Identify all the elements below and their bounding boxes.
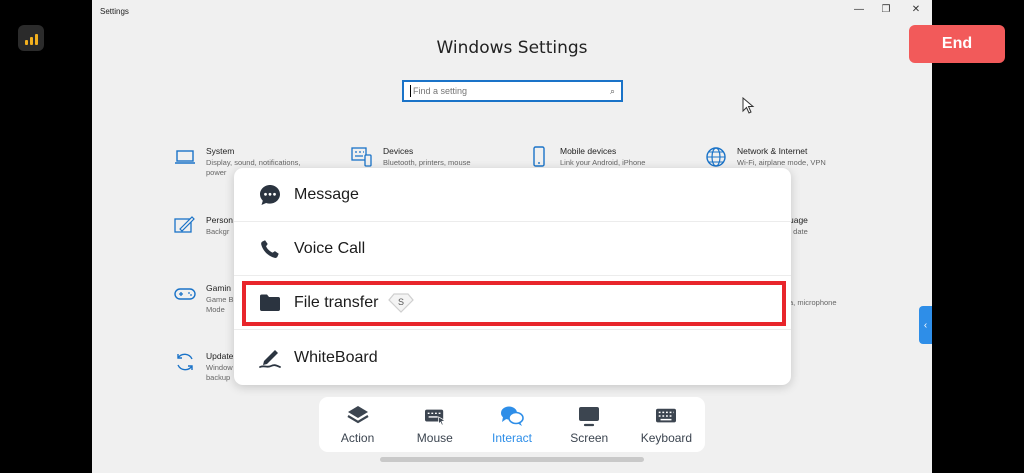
tile-network[interactable]: Network & Internet Wi-Fi, airplane mode, … xyxy=(705,146,875,168)
tile-desc: Bluetooth, printers, mouse xyxy=(383,158,471,167)
toolbar-label: Mouse xyxy=(416,430,453,445)
laptop-icon xyxy=(175,150,195,164)
menu-item-label: Voice Call xyxy=(294,239,366,257)
tile-title: Network & Internet xyxy=(737,146,808,156)
mouse-keyboard-icon xyxy=(423,405,447,427)
tile-desc: Game B Mode xyxy=(206,295,234,314)
keyboard-icon xyxy=(654,405,678,427)
search-input[interactable] xyxy=(413,86,610,96)
tile-desc: a, microphone xyxy=(789,298,837,307)
tile-privacy[interactable]: a, microphone xyxy=(789,296,869,308)
search-box[interactable]: ⌕ xyxy=(402,80,623,102)
toolbar-action[interactable]: Action xyxy=(319,397,396,452)
end-session-button[interactable]: End xyxy=(909,25,1005,63)
menu-item-whiteboard[interactable]: WhiteBoard xyxy=(234,331,791,385)
menu-item-label: File transfer xyxy=(294,293,379,311)
interact-popup-menu: Message Voice Call File transfer S White… xyxy=(234,168,791,385)
menu-item-label: Message xyxy=(294,185,359,203)
toolbar-label: Keyboard xyxy=(640,430,693,445)
tile-title: uage xyxy=(789,215,808,225)
layers-icon xyxy=(346,405,370,427)
interact-chat-icon xyxy=(500,405,524,427)
pen-icon xyxy=(174,216,195,233)
text-caret xyxy=(410,85,411,97)
tile-desc: , date xyxy=(789,227,808,236)
minimize-icon[interactable]: — xyxy=(852,4,866,15)
remote-control-stage: Settings — ❐ ✕ Windows Settings ⌕ System… xyxy=(0,0,1024,473)
badge-letter: S xyxy=(398,297,404,307)
phone-icon xyxy=(533,146,545,167)
tile-devices[interactable]: Devices Bluetooth, printers, mouse xyxy=(351,146,521,168)
toolbar-keyboard[interactable]: Keyboard xyxy=(628,397,705,452)
monitor-icon xyxy=(577,405,601,427)
toolbar-label: Action xyxy=(340,430,375,445)
menu-item-label: WhiteBoard xyxy=(294,349,378,366)
restore-icon[interactable]: ❐ xyxy=(879,4,893,15)
tile-title: Person xyxy=(206,215,233,225)
app-bars-icon[interactable] xyxy=(18,25,44,51)
tile-mobile-devices[interactable]: Mobile devices Link your Android, iPhone xyxy=(528,146,698,168)
globe-icon xyxy=(706,147,726,167)
toolbar-screen[interactable]: Screen xyxy=(551,397,628,452)
close-icon[interactable]: ✕ xyxy=(909,4,923,15)
keyboard-icon xyxy=(351,147,372,167)
page-title: Windows Settings xyxy=(436,38,588,58)
tile-title: Gamin xyxy=(206,283,232,293)
toolbar-label: Interact xyxy=(491,430,533,445)
mouse-pointer-icon xyxy=(742,97,755,114)
toolbar-mouse[interactable]: Mouse xyxy=(396,397,473,452)
phone-call-icon xyxy=(258,237,282,261)
side-panel-toggle[interactable]: ‹ xyxy=(919,306,932,344)
window-title: Settings xyxy=(100,7,129,16)
sync-icon xyxy=(177,353,193,371)
tile-title: Mobile devices xyxy=(560,146,617,156)
toolbar-interact[interactable]: Interact xyxy=(473,397,550,452)
tile-desc: Link your Android, iPhone xyxy=(560,158,646,167)
tile-desc: Backgr xyxy=(206,227,230,236)
tile-title: Devices xyxy=(383,146,414,156)
tile-desc: Wi-Fi, airplane mode, VPN xyxy=(737,158,826,167)
chat-bubble-icon xyxy=(258,183,282,207)
toolbar-label: Screen xyxy=(570,430,609,445)
chevron-left-icon: ‹ xyxy=(923,319,928,331)
horizontal-scrollbar[interactable] xyxy=(380,457,644,462)
gamepad-icon xyxy=(174,288,196,300)
bottom-toolbar: Action Mouse Interact Screen Keyboard xyxy=(319,397,705,452)
whiteboard-pen-icon xyxy=(258,346,282,370)
menu-item-message[interactable]: Message xyxy=(234,168,791,222)
folder-icon xyxy=(258,291,282,315)
tile-title: System xyxy=(206,146,235,156)
search-icon: ⌕ xyxy=(609,85,615,96)
tile-time-language[interactable]: uage , date xyxy=(789,215,869,237)
menu-item-voice-call[interactable]: Voice Call xyxy=(234,222,791,276)
premium-badge-icon: S xyxy=(388,292,415,313)
menu-item-file-transfer[interactable]: File transfer S xyxy=(234,276,791,330)
